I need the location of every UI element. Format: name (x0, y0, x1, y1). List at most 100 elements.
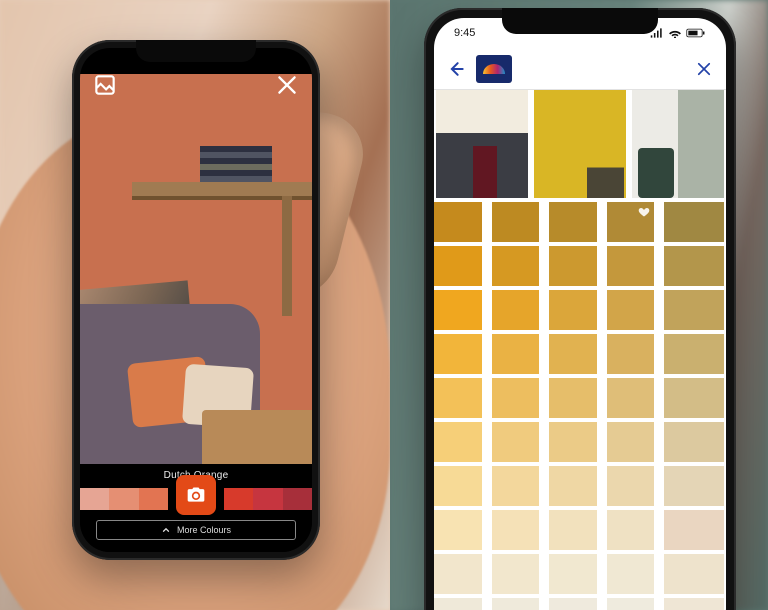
palette-chip[interactable] (434, 378, 482, 418)
status-bar: 9:45 (434, 22, 726, 44)
palette-chip[interactable] (492, 466, 540, 506)
palette-chip[interactable] (549, 290, 597, 330)
palette-chip[interactable] (492, 510, 540, 550)
palette-column (492, 202, 540, 610)
palette-chip[interactable] (434, 466, 482, 506)
more-colours-button[interactable]: More Colours (96, 520, 296, 540)
palette-chip[interactable] (664, 334, 724, 374)
brand-swoosh-icon (483, 64, 505, 74)
decor-table-top (132, 182, 312, 196)
promo-panel-left: Dutch Orange More Colou (0, 0, 390, 610)
palette-chip[interactable] (434, 246, 482, 286)
camera-icon (186, 485, 206, 505)
close-icon[interactable] (692, 57, 716, 81)
palette-chip[interactable] (549, 334, 597, 374)
brand-logo (476, 55, 512, 83)
palette-chip[interactable] (492, 422, 540, 462)
palette-chip[interactable] (492, 378, 540, 418)
colour-swatch[interactable] (80, 488, 109, 510)
palette-chip[interactable] (607, 510, 655, 550)
palette-chip[interactable] (434, 422, 482, 462)
close-icon[interactable] (274, 72, 300, 98)
phone-device-right: 9:45 (424, 8, 736, 610)
capture-button-slot (168, 484, 224, 514)
colour-swatch[interactable] (253, 488, 282, 510)
colour-swatch[interactable] (139, 488, 168, 510)
palette-chip[interactable] (492, 334, 540, 374)
palette-chip[interactable] (664, 378, 724, 418)
palette-chip[interactable] (434, 510, 482, 550)
chevron-up-icon (161, 525, 171, 535)
more-colours-label: More Colours (177, 525, 231, 535)
phone-screen-left: Dutch Orange More Colou (80, 48, 312, 552)
palette-chip[interactable] (607, 246, 655, 286)
phone-screen-right: 9:45 (434, 18, 726, 610)
palette-chip[interactable] (549, 466, 597, 506)
signal-icon (650, 28, 664, 38)
colour-swatch[interactable] (109, 488, 138, 510)
palette-chip[interactable] (664, 422, 724, 462)
room-preview-thumbnail[interactable] (436, 90, 528, 198)
palette-chip[interactable] (549, 510, 597, 550)
palette-chip[interactable] (607, 290, 655, 330)
palette-chip[interactable] (664, 598, 724, 610)
palette-chip[interactable] (664, 202, 724, 242)
back-button[interactable] (444, 57, 468, 81)
room-preview-thumbnail[interactable] (632, 90, 724, 198)
palette-chip[interactable] (549, 422, 597, 462)
palette-chip[interactable] (549, 246, 597, 286)
capture-button[interactable] (176, 475, 216, 515)
favourite-heart-icon (638, 206, 650, 218)
room-preview-thumbnail[interactable] (534, 90, 626, 198)
palette-chip[interactable] (492, 554, 540, 594)
arrow-left-icon (446, 59, 466, 79)
camera-live-view (80, 74, 312, 464)
palette-chip[interactable] (434, 334, 482, 374)
colour-swatch-strip (80, 484, 312, 514)
palette-chip[interactable] (492, 202, 540, 242)
colour-swatch[interactable] (224, 488, 253, 510)
colour-swatch[interactable] (283, 488, 312, 510)
app-header (434, 48, 726, 90)
wifi-icon (668, 28, 682, 38)
palette-chip[interactable] (434, 202, 482, 242)
status-time: 9:45 (454, 27, 475, 39)
gallery-icon[interactable] (92, 72, 118, 98)
palette-column (434, 202, 482, 610)
camera-bottom-bar: Dutch Orange More Colou (80, 466, 312, 552)
battery-icon (686, 28, 706, 38)
palette-chip[interactable] (664, 510, 724, 550)
palette-column (549, 202, 597, 610)
decor-coffee-table (202, 410, 312, 464)
phone-notch (136, 40, 256, 62)
palette-chip[interactable] (607, 466, 655, 506)
promo-panel-right: 9:45 (390, 0, 768, 610)
palette-chip[interactable] (607, 554, 655, 594)
palette-chip[interactable] (549, 202, 597, 242)
palette-chip[interactable] (434, 290, 482, 330)
palette-chip[interactable] (607, 598, 655, 610)
palette-chip[interactable] (664, 246, 724, 286)
decor-books (200, 146, 272, 182)
palette-chip[interactable] (664, 554, 724, 594)
palette-column (607, 202, 655, 610)
palette-chip[interactable] (607, 422, 655, 462)
palette-chip[interactable] (664, 290, 724, 330)
palette-chip[interactable] (607, 334, 655, 374)
palette-chip[interactable] (492, 598, 540, 610)
status-icons (650, 28, 706, 38)
palette-chip[interactable] (549, 378, 597, 418)
palette-chip[interactable] (492, 246, 540, 286)
palette-chip[interactable] (607, 378, 655, 418)
palette-chip[interactable] (607, 202, 655, 242)
decor-table-leg (282, 196, 292, 316)
phone-device-left: Dutch Orange More Colou (72, 40, 320, 560)
palette-chip[interactable] (549, 598, 597, 610)
room-preview-strip (434, 90, 726, 198)
palette-chip[interactable] (664, 466, 724, 506)
palette-chip[interactable] (434, 554, 482, 594)
palette-chip[interactable] (434, 598, 482, 610)
palette-chip[interactable] (549, 554, 597, 594)
palette-column (664, 202, 724, 610)
palette-chip[interactable] (492, 290, 540, 330)
